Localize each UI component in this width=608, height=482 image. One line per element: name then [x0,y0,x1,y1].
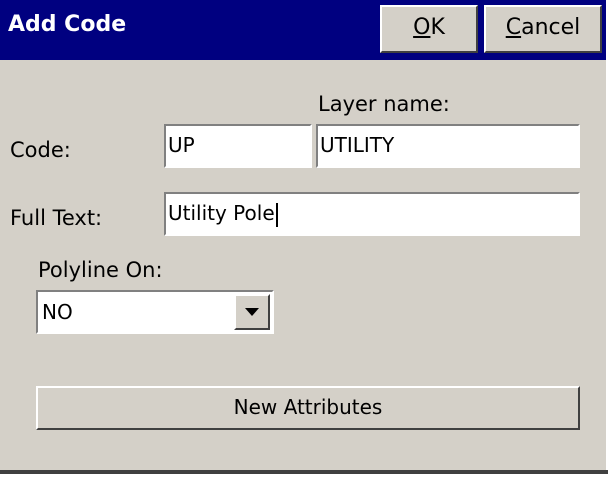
polyline-value: NO [42,300,73,324]
ok-button[interactable]: OK [380,5,478,53]
full-text-value: Utility Pole [168,201,275,225]
title-bar: Add Code OK Cancel [0,0,606,60]
full-text-label: Full Text: [10,206,103,230]
polyline-label: Polyline On: [38,258,163,282]
new-attributes-button[interactable]: New Attributes [36,386,580,430]
code-input[interactable]: UP [164,124,312,168]
add-code-dialog: Add Code OK Cancel Layer name: Code: UP … [0,0,608,470]
cancel-button[interactable]: Cancel [484,5,602,53]
dialog-title: Add Code [8,12,127,37]
ok-mnemonic: O [413,15,431,40]
layer-name-value: UTILITY [320,133,395,157]
full-text-input[interactable]: Utility Pole [164,192,580,236]
cancel-label-rest: ancel [521,15,581,40]
chevron-down-icon [245,308,259,316]
bottom-edge [0,470,608,474]
ok-label-rest: K [430,15,445,40]
code-label: Code: [10,138,71,162]
polyline-select[interactable]: NO [36,290,274,334]
layer-name-label: Layer name: [318,92,450,116]
text-caret [275,202,278,227]
layer-name-input[interactable]: UTILITY [316,124,580,168]
code-value: UP [168,133,195,157]
cancel-mnemonic: C [505,15,522,40]
dropdown-button[interactable] [234,294,270,330]
